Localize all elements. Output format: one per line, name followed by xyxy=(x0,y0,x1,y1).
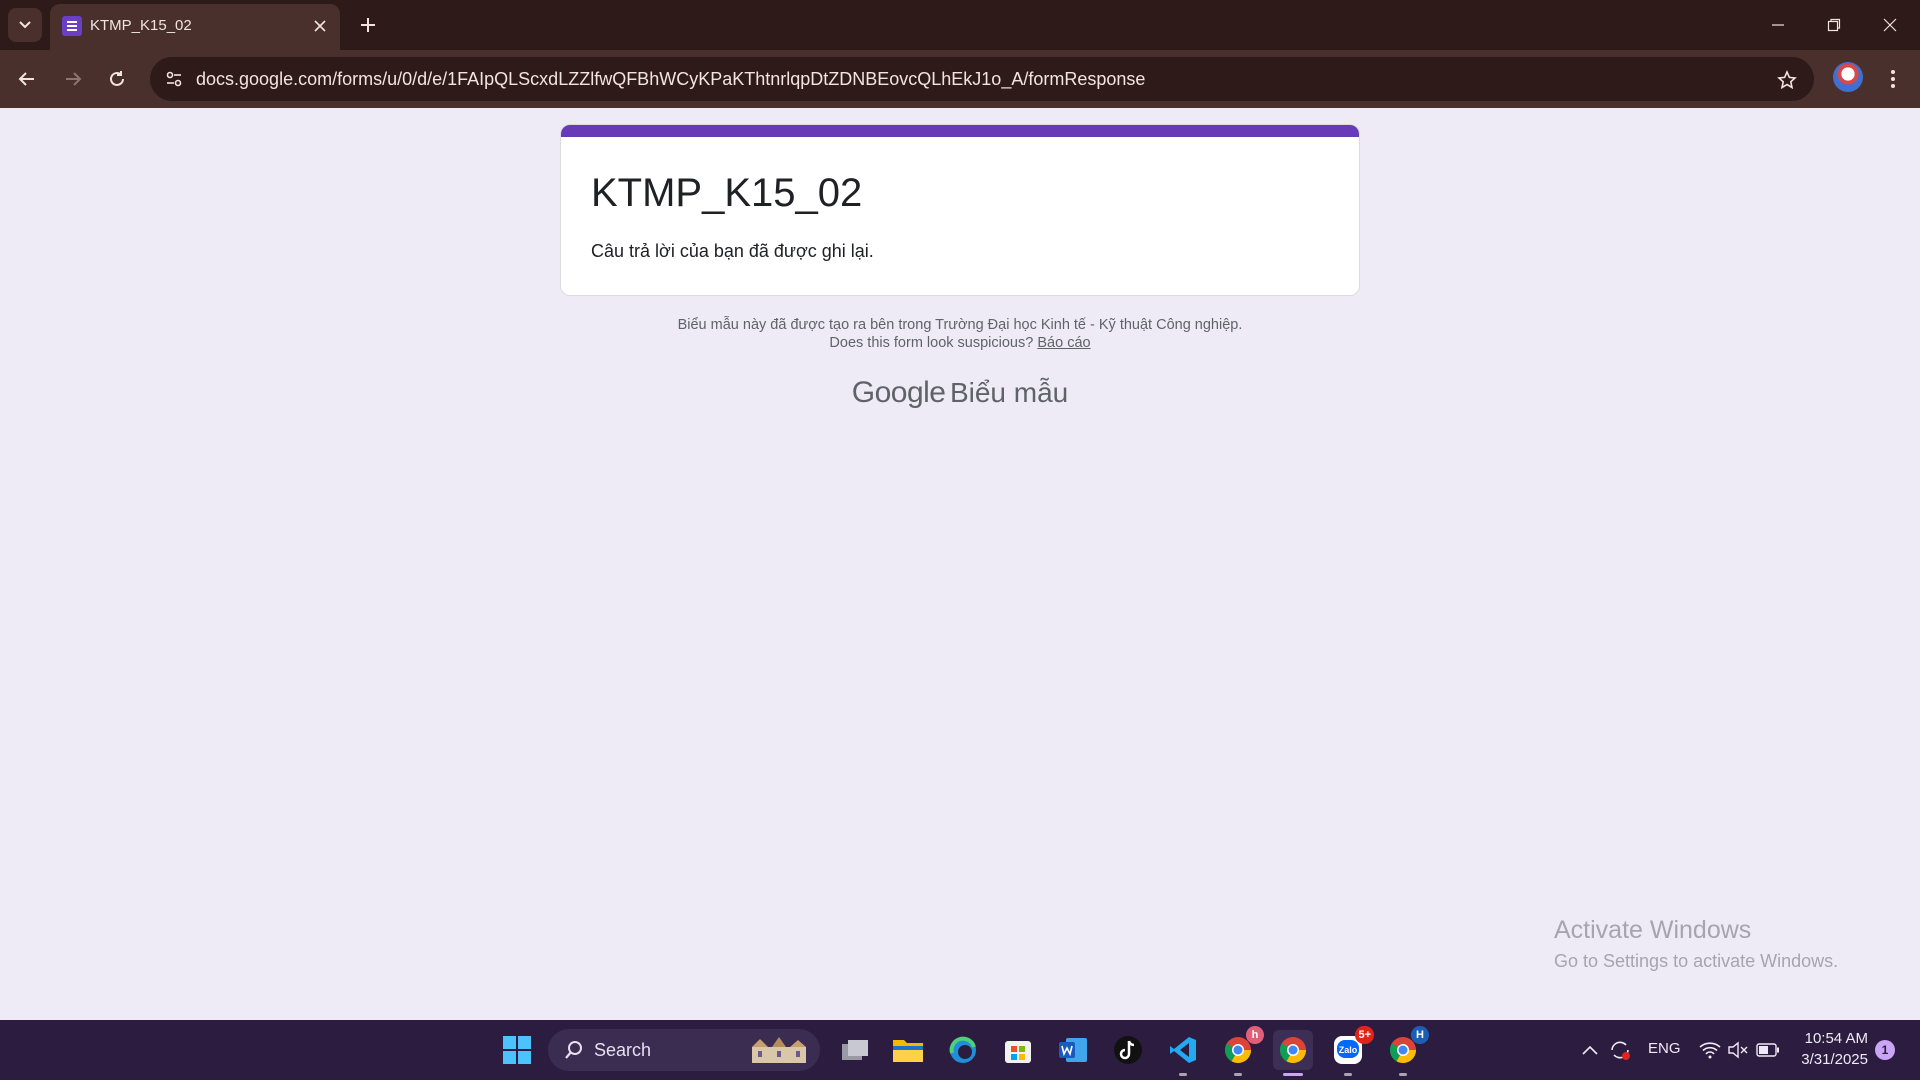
url-text: docs.google.com/forms/u/0/d/e/1FAIpQLScx… xyxy=(196,69,1146,89)
reload-icon xyxy=(110,71,124,86)
back-button[interactable] xyxy=(10,62,44,96)
chevron-down-icon xyxy=(19,21,31,29)
browser-tab-bar: KTMP_K15_02 xyxy=(0,0,1920,50)
start-button[interactable] xyxy=(497,1030,537,1070)
form-confirmation-card: KTMP_K15_02 Câu trả lời của bạn đã được … xyxy=(560,124,1360,296)
restore-button[interactable] xyxy=(1806,0,1862,50)
profile-avatar[interactable] xyxy=(1833,62,1863,92)
google-wordmark: Google xyxy=(851,376,946,409)
close-window-button[interactable] xyxy=(1862,0,1918,50)
chrome-icon xyxy=(1279,1037,1307,1064)
watermark-subtitle: Go to Settings to activate Windows. xyxy=(1554,951,1839,971)
tab-close-button[interactable] xyxy=(308,14,332,38)
taskbar-vscode[interactable] xyxy=(1163,1030,1203,1076)
report-link[interactable]: Báo cáo xyxy=(1037,335,1090,351)
close-icon xyxy=(314,20,326,32)
more-vertical-icon xyxy=(1891,70,1895,88)
folder-icon xyxy=(893,1040,923,1062)
word-icon xyxy=(1059,1038,1087,1062)
taskbar-search[interactable]: Search xyxy=(548,1029,820,1071)
clock-time[interactable]: 10:54 AM xyxy=(1798,1030,1868,1047)
vscode-icon xyxy=(1170,1037,1196,1063)
windows-logo-icon xyxy=(503,1036,531,1064)
search-icon xyxy=(565,1041,582,1059)
taskbar-chrome-profile-H[interactable]: H xyxy=(1383,1026,1429,1076)
arrow-right-icon xyxy=(66,72,82,86)
taskbar-tiktok[interactable] xyxy=(1108,1030,1148,1070)
sync-icon xyxy=(1611,1041,1630,1060)
form-title: KTMP_K15_02 xyxy=(591,171,863,215)
sync-status-button[interactable] xyxy=(1608,1038,1632,1062)
plus-icon xyxy=(361,18,375,32)
clock-date[interactable]: 3/31/2025 xyxy=(1798,1051,1868,1068)
watermark-title: Activate Windows xyxy=(1554,916,1752,944)
search-highlight-icon xyxy=(752,1037,806,1063)
close-icon xyxy=(1883,18,1897,32)
show-hidden-icons-button[interactable] xyxy=(1578,1038,1602,1062)
active-indicator xyxy=(1283,1073,1303,1076)
activate-windows-watermark: Activate Windows Go to Settings to activ… xyxy=(1554,916,1838,972)
reload-button[interactable] xyxy=(100,62,134,96)
taskbar-zalo[interactable]: Zalo 5+ xyxy=(1328,1026,1374,1076)
store-icon xyxy=(1005,1041,1031,1063)
running-indicator xyxy=(1234,1073,1242,1076)
google-forms-logo[interactable]: Google Biểu mẫu xyxy=(560,376,1360,410)
tiktok-icon xyxy=(1114,1036,1142,1064)
tab-search-button[interactable] xyxy=(8,8,42,42)
battery-icon xyxy=(1756,1043,1779,1057)
suspicious-text: Does this form look suspicious? xyxy=(829,335,1034,351)
minimize-button[interactable] xyxy=(1750,0,1806,50)
new-tab-button[interactable] xyxy=(353,10,383,40)
wifi-status[interactable] xyxy=(1698,1038,1722,1062)
browser-tab-active[interactable]: KTMP_K15_02 xyxy=(50,4,340,50)
taskbar-task-view[interactable] xyxy=(835,1030,875,1070)
site-info-button[interactable] xyxy=(160,65,188,93)
tune-icon xyxy=(166,71,182,87)
profile-badge: H xyxy=(1411,1026,1429,1044)
taskbar-chrome-active[interactable] xyxy=(1273,1030,1313,1076)
running-indicator xyxy=(1344,1073,1352,1076)
arrow-left-icon xyxy=(18,72,34,86)
browser-menu-button[interactable] xyxy=(1880,62,1906,96)
taskbar-word[interactable] xyxy=(1053,1030,1093,1070)
notification-count-badge[interactable]: 1 xyxy=(1875,1040,1895,1060)
running-indicator xyxy=(1399,1073,1407,1076)
restore-icon xyxy=(1827,18,1841,32)
taskbar-file-explorer[interactable] xyxy=(888,1030,928,1070)
volume-muted-icon xyxy=(1728,1041,1748,1059)
svg-text:Zalo: Zalo xyxy=(1339,1045,1358,1055)
taskbar-edge[interactable] xyxy=(943,1030,983,1070)
browser-toolbar: docs.google.com/forms/u/0/d/e/1FAIpQLScx… xyxy=(0,50,1920,108)
search-label: Search xyxy=(594,1040,652,1060)
form-origin-note: Biểu mẫu này đã được tạo ra bên trong Tr… xyxy=(677,317,1243,333)
wifi-icon xyxy=(1699,1042,1721,1059)
edge-icon xyxy=(949,1036,976,1063)
google-forms-icon xyxy=(62,16,82,36)
confirmation-message: Câu trả lời của bạn đã được ghi lại. xyxy=(591,241,874,261)
address-bar[interactable]: docs.google.com/forms/u/0/d/e/1FAIpQLScx… xyxy=(150,57,1814,101)
forms-wordmark: Biểu mẫu xyxy=(949,377,1069,408)
task-view-icon xyxy=(842,1040,868,1060)
volume-status[interactable] xyxy=(1726,1038,1750,1062)
suspicious-note: Does this form look suspicious? Báo cáo xyxy=(560,335,1360,351)
minimize-icon xyxy=(1772,24,1784,26)
running-indicator xyxy=(1179,1073,1187,1076)
language-indicator[interactable]: ENG xyxy=(1648,1040,1681,1057)
windows-taskbar: Search h Zalo 5+ H ENG 10:54 AM 3/31/202… xyxy=(0,1020,1920,1080)
taskbar-store[interactable] xyxy=(998,1030,1038,1070)
bookmark-button[interactable] xyxy=(1774,67,1800,93)
page-content: KTMP_K15_02 Câu trả lời của bạn đã được … xyxy=(0,108,1920,1020)
forward-button[interactable] xyxy=(56,62,90,96)
star-icon xyxy=(1777,70,1797,90)
battery-status[interactable] xyxy=(1756,1038,1780,1062)
card-accent-bar xyxy=(561,125,1359,137)
taskbar-chrome-profile-h[interactable]: h xyxy=(1218,1026,1264,1076)
profile-badge: h xyxy=(1246,1026,1264,1044)
unread-badge: 5+ xyxy=(1355,1026,1374,1044)
tab-title: KTMP_K15_02 xyxy=(90,17,192,34)
chevron-up-icon xyxy=(1582,1045,1598,1055)
